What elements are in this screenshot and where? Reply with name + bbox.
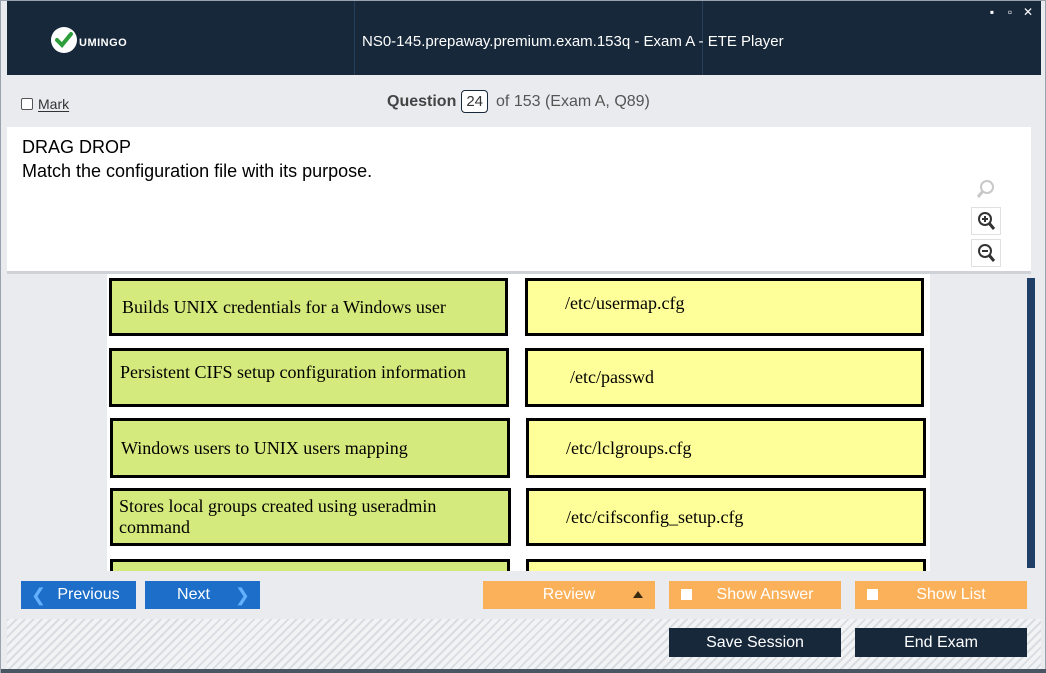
show-answer-label: Show Answer — [716, 586, 814, 603]
minimize-icon[interactable]: ▪ — [987, 6, 997, 18]
drag-drop-board: Builds UNIX credentials for a Windows us… — [107, 274, 930, 571]
file-target[interactable]: /etc/passwd — [525, 348, 924, 407]
match-row: Stores local groups created using userad… — [107, 488, 930, 548]
end-exam-label: End Exam — [904, 633, 978, 651]
checkbox-icon[interactable] — [21, 98, 33, 110]
file-target[interactable]: /etc/usermap.cfg — [525, 278, 924, 336]
purpose-label: Builds UNIX credentials for a Windows us… — [122, 296, 446, 317]
review-button[interactable]: Review — [483, 581, 655, 609]
question-number-input[interactable]: 24 — [461, 90, 489, 113]
save-session-button[interactable]: Save Session — [669, 628, 841, 657]
question-panel: DRAG DROP Match the configuration file w… — [7, 127, 1031, 271]
window-bottom-border — [1, 669, 1046, 673]
exhibit-panel: Builds UNIX credentials for a Windows us… — [7, 274, 1031, 571]
caret-up-icon[interactable] — [633, 591, 643, 598]
question-total: of 153 (Exam A, Q89) — [496, 92, 650, 110]
file-label: /etc/lclgroups.cfg — [566, 437, 692, 458]
show-answer-button[interactable]: Show Answer — [669, 581, 841, 609]
purpose-item[interactable]: Persistent CIFS setup configuration info… — [109, 348, 509, 407]
file-target[interactable]: /etc/lclgroups.cfg — [526, 418, 926, 478]
match-row: Windows users to UNIX users mapping /etc… — [107, 418, 930, 478]
question-indicator: Question 24 of 153 (Exam A, Q89) — [387, 90, 650, 113]
previous-button[interactable]: ❮ Previous — [21, 581, 136, 609]
vumingo-logo: UMINGO — [51, 25, 151, 55]
previous-label: Previous — [57, 586, 120, 603]
purpose-item[interactable]: Windows users to UNIX users mapping — [110, 418, 510, 478]
question-header: Mark Question 24 of 153 (Exam A, Q89) — [7, 75, 1041, 127]
show-list-button[interactable]: Show List — [855, 581, 1027, 609]
question-text: Match the configuration file with its pu… — [22, 161, 373, 181]
show-list-label: Show List — [916, 586, 986, 603]
file-label: /etc/cifsconfig_setup.cfg — [566, 506, 744, 527]
close-icon[interactable]: ✕ — [1023, 6, 1033, 18]
title-separator — [354, 1, 355, 75]
save-session-label: Save Session — [706, 633, 804, 651]
mark-checkbox[interactable]: Mark — [21, 96, 69, 112]
end-exam-button[interactable]: End Exam — [855, 628, 1027, 657]
match-row: Persistent CIFS setup configuration info… — [107, 348, 930, 408]
zoom-in-icon[interactable] — [971, 207, 1001, 235]
zoom-reset-icon[interactable] — [971, 175, 1001, 203]
match-row — [107, 559, 930, 571]
match-row: Builds UNIX credentials for a Windows us… — [107, 278, 930, 338]
purpose-label: Windows users to UNIX users mapping — [121, 437, 408, 458]
file-label: /etc/usermap.cfg — [565, 293, 685, 313]
navigation-bar: ❮ Previous Next ❯ Review Show Answer Sho… — [7, 571, 1041, 619]
logo-text: UMINGO — [79, 37, 128, 49]
next-button[interactable]: Next ❯ — [145, 581, 260, 609]
chevron-right-icon: ❯ — [234, 584, 250, 605]
window-controls: ▪ ▫ ✕ — [987, 6, 1033, 18]
checkbox-icon[interactable] — [681, 589, 692, 600]
window-title: NS0-145.prepaway.premium.exam.153q - Exa… — [362, 33, 784, 50]
mark-label: Mark — [38, 96, 70, 112]
zoom-out-icon[interactable] — [971, 239, 1001, 267]
file-label: /etc/passwd — [570, 367, 654, 387]
question-type: DRAG DROP — [22, 137, 132, 157]
file-target[interactable] — [526, 559, 926, 571]
purpose-item[interactable] — [110, 559, 510, 571]
purpose-item[interactable]: Builds UNIX credentials for a Windows us… — [109, 278, 508, 336]
session-bar: Save Session End Exam — [7, 619, 1041, 669]
purpose-label: Persistent CIFS setup configuration info… — [120, 362, 466, 382]
checkbox-icon[interactable] — [867, 589, 878, 600]
title-bar: UMINGO NS0-145.prepaway.premium.exam.153… — [7, 1, 1041, 75]
exhibit-scrollbar[interactable] — [1027, 278, 1035, 568]
review-label: Review — [542, 586, 596, 603]
purpose-label: Stores local groups created using userad… — [119, 496, 437, 537]
next-label: Next — [177, 586, 210, 603]
checkmark-icon — [51, 27, 77, 53]
ete-player-window: UMINGO NS0-145.prepaway.premium.exam.153… — [0, 0, 1046, 673]
maximize-icon[interactable]: ▫ — [1005, 6, 1015, 18]
zoom-controls — [971, 175, 1001, 267]
question-label: Question — [387, 92, 457, 110]
chevron-left-icon: ❮ — [31, 584, 47, 605]
purpose-item[interactable]: Stores local groups created using userad… — [110, 488, 511, 546]
file-target[interactable]: /etc/cifsconfig_setup.cfg — [526, 488, 926, 546]
